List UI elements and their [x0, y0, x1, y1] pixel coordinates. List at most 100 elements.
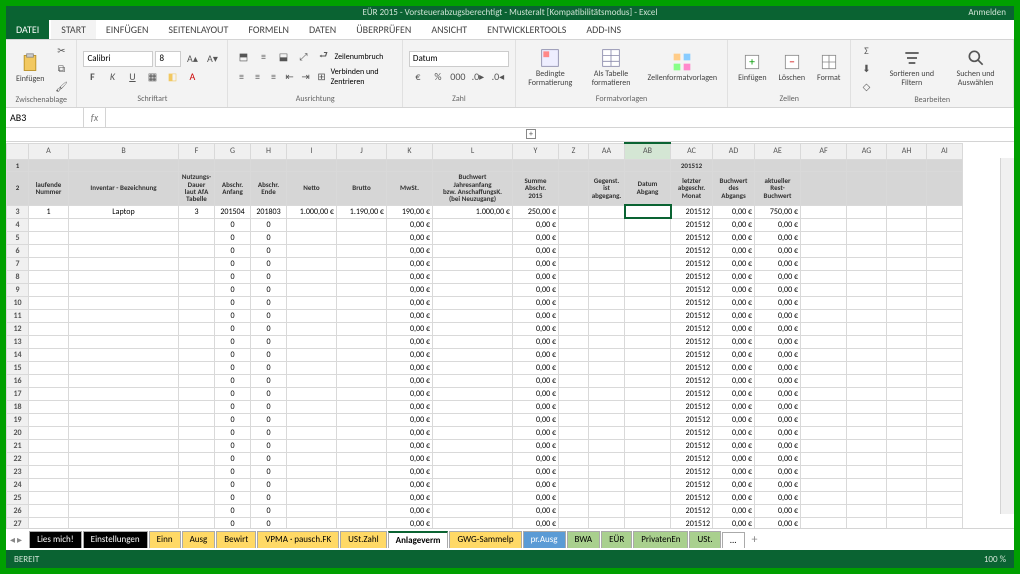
- cell-2-J[interactable]: Brutto: [337, 171, 387, 205]
- cell-7-Y[interactable]: 0,00 €: [513, 257, 559, 270]
- cell-22-AI[interactable]: [927, 452, 963, 465]
- cell-4-I[interactable]: [287, 218, 337, 231]
- cell-25-L[interactable]: [433, 491, 513, 504]
- cell-18-A[interactable]: [29, 400, 69, 413]
- cell-21-Z[interactable]: [559, 439, 589, 452]
- cell-6-AC[interactable]: 201512: [671, 244, 713, 257]
- cell-2-AI[interactable]: [927, 171, 963, 205]
- cell-19-J[interactable]: [337, 413, 387, 426]
- cell-7-L[interactable]: [433, 257, 513, 270]
- cell-20-H[interactable]: 0: [251, 426, 287, 439]
- col-header-H[interactable]: H: [251, 143, 287, 159]
- underline-icon[interactable]: U: [123, 69, 141, 85]
- cell-11-I[interactable]: [287, 309, 337, 322]
- cell-3-F[interactable]: 3: [179, 205, 215, 218]
- cell-8-AF[interactable]: [801, 270, 847, 283]
- cell-2-A[interactable]: laufendeNummer: [29, 171, 69, 205]
- cell-14-K[interactable]: 0,00 €: [387, 348, 433, 361]
- cell-15-I[interactable]: [287, 361, 337, 374]
- clear-icon[interactable]: ◇: [857, 78, 875, 94]
- cell-11-G[interactable]: 0: [215, 309, 251, 322]
- cell-10-A[interactable]: [29, 296, 69, 309]
- cell-10-AE[interactable]: 0,00 €: [755, 296, 801, 309]
- cell-20-AD[interactable]: 0,00 €: [713, 426, 755, 439]
- cell-3-B[interactable]: Laptop: [69, 205, 179, 218]
- cell-3-AG[interactable]: [847, 205, 887, 218]
- cell-22-AC[interactable]: 201512: [671, 452, 713, 465]
- cell-18-H[interactable]: 0: [251, 400, 287, 413]
- cell-25-J[interactable]: [337, 491, 387, 504]
- cell-10-I[interactable]: [287, 296, 337, 309]
- cell-1-I[interactable]: [287, 159, 337, 171]
- cell-15-AI[interactable]: [927, 361, 963, 374]
- cell-19-AA[interactable]: [589, 413, 625, 426]
- cell-17-AA[interactable]: [589, 387, 625, 400]
- align-middle-icon[interactable]: ≡: [254, 49, 272, 65]
- cell-26-Z[interactable]: [559, 504, 589, 517]
- delete-cells-button[interactable]: −Löschen: [775, 52, 809, 83]
- number-format-select[interactable]: [409, 51, 509, 67]
- cell-27-A[interactable]: [29, 517, 69, 528]
- cell-17-AH[interactable]: [887, 387, 927, 400]
- cell-12-AH[interactable]: [887, 322, 927, 335]
- cell-6-I[interactable]: [287, 244, 337, 257]
- cell-1-B[interactable]: [69, 159, 179, 171]
- cell-14-AC[interactable]: 201512: [671, 348, 713, 361]
- cell-15-AE[interactable]: 0,00 €: [755, 361, 801, 374]
- cell-20-AE[interactable]: 0,00 €: [755, 426, 801, 439]
- cell-13-Z[interactable]: [559, 335, 589, 348]
- percent-icon[interactable]: %: [429, 69, 447, 85]
- cell-12-J[interactable]: [337, 322, 387, 335]
- cell-14-AB[interactable]: [625, 348, 671, 361]
- cell-25-AD[interactable]: 0,00 €: [713, 491, 755, 504]
- cell-19-AD[interactable]: 0,00 €: [713, 413, 755, 426]
- cell-21-AD[interactable]: 0,00 €: [713, 439, 755, 452]
- cell-18-I[interactable]: [287, 400, 337, 413]
- cell-15-Y[interactable]: 0,00 €: [513, 361, 559, 374]
- cell-16-L[interactable]: [433, 374, 513, 387]
- font-color-icon[interactable]: A: [183, 69, 201, 85]
- cell-8-AB[interactable]: [625, 270, 671, 283]
- cell-5-AF[interactable]: [801, 231, 847, 244]
- cell-4-AD[interactable]: 0,00 €: [713, 218, 755, 231]
- cell-17-L[interactable]: [433, 387, 513, 400]
- sheet-tab-er[interactable]: EÜR: [601, 531, 632, 548]
- cell-7-B[interactable]: [69, 257, 179, 270]
- cell-5-AG[interactable]: [847, 231, 887, 244]
- cell-6-B[interactable]: [69, 244, 179, 257]
- cell-24-F[interactable]: [179, 478, 215, 491]
- cell-27-B[interactable]: [69, 517, 179, 528]
- cell-22-Y[interactable]: 0,00 €: [513, 452, 559, 465]
- cell-24-K[interactable]: 0,00 €: [387, 478, 433, 491]
- cell-17-AD[interactable]: 0,00 €: [713, 387, 755, 400]
- cell-8-J[interactable]: [337, 270, 387, 283]
- cell-15-AD[interactable]: 0,00 €: [713, 361, 755, 374]
- cell-6-Z[interactable]: [559, 244, 589, 257]
- cell-styles-button[interactable]: Zellenformatvorlagen: [643, 52, 721, 83]
- cell-11-AH[interactable]: [887, 309, 927, 322]
- cell-22-I[interactable]: [287, 452, 337, 465]
- zoom-level[interactable]: 100 %: [984, 554, 1006, 565]
- font-size-select[interactable]: [155, 51, 181, 67]
- cell-16-AC[interactable]: 201512: [671, 374, 713, 387]
- cell-7-AE[interactable]: 0,00 €: [755, 257, 801, 270]
- cell-14-I[interactable]: [287, 348, 337, 361]
- cell-26-AA[interactable]: [589, 504, 625, 517]
- align-center-icon[interactable]: ≡: [250, 69, 264, 85]
- cell-22-AG[interactable]: [847, 452, 887, 465]
- cell-23-Z[interactable]: [559, 465, 589, 478]
- cell-19-Y[interactable]: 0,00 €: [513, 413, 559, 426]
- cell-24-AC[interactable]: 201512: [671, 478, 713, 491]
- cell-10-AD[interactable]: 0,00 €: [713, 296, 755, 309]
- cell-8-AA[interactable]: [589, 270, 625, 283]
- cell-6-J[interactable]: [337, 244, 387, 257]
- cell-7-F[interactable]: [179, 257, 215, 270]
- cell-2-AB[interactable]: DatumAbgang: [625, 171, 671, 205]
- cell-11-A[interactable]: [29, 309, 69, 322]
- cell-20-A[interactable]: [29, 426, 69, 439]
- cell-27-K[interactable]: 0,00 €: [387, 517, 433, 528]
- cell-3-Y[interactable]: 250,00 €: [513, 205, 559, 218]
- row-header-10[interactable]: 10: [7, 296, 29, 309]
- cell-3-L[interactable]: 1.000,00 €: [433, 205, 513, 218]
- cell-1-AB[interactable]: [625, 159, 671, 171]
